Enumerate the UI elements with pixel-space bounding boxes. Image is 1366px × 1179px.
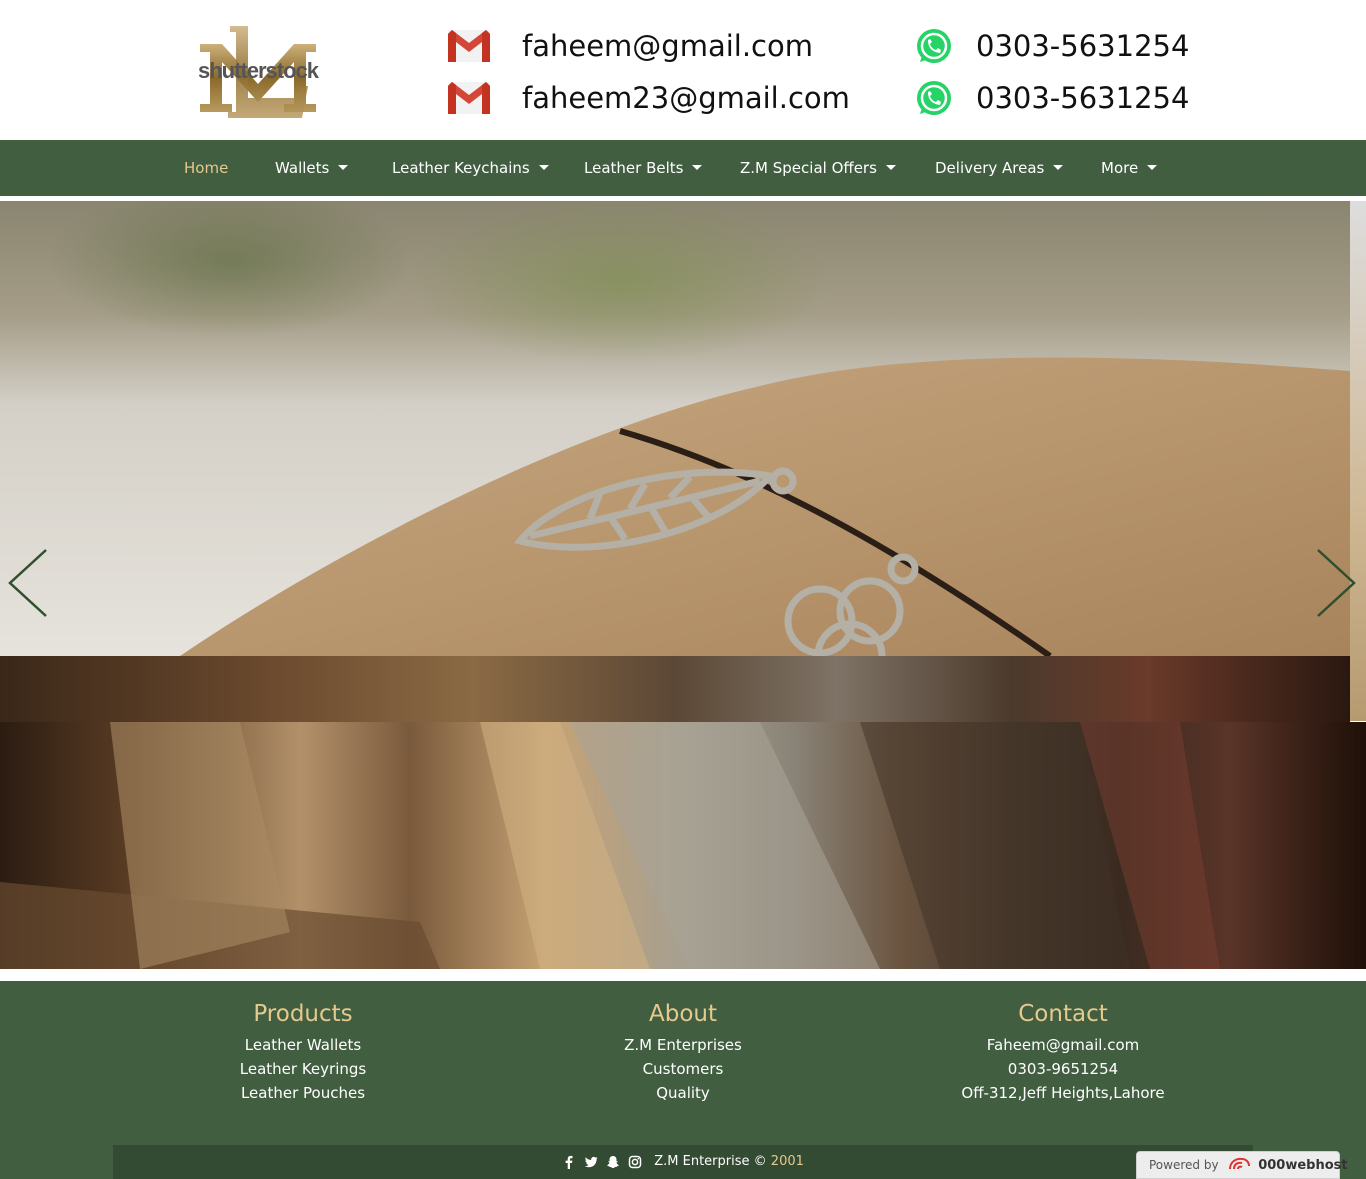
caret-down-icon	[538, 165, 549, 170]
nav-item-leather-belts[interactable]: Leather Belts	[584, 140, 703, 196]
carousel-slide-strip	[0, 656, 1350, 722]
phone-row-1[interactable]: 0303-5631254	[912, 26, 1189, 66]
footer-phone[interactable]: 0303-9651254	[903, 1057, 1223, 1081]
chevron-right-icon	[1317, 549, 1356, 617]
twitter-icon[interactable]	[584, 1155, 598, 1169]
old-books-image	[0, 722, 1220, 969]
facebook-icon[interactable]	[562, 1155, 576, 1169]
chevron-left-icon	[8, 549, 47, 617]
phone-row-2[interactable]: 0303-5631254	[912, 78, 1189, 118]
nav-item-delivery-areas[interactable]: Delivery Areas	[935, 140, 1064, 196]
email-text: faheem@gmail.com	[522, 29, 813, 63]
email-row-2[interactable]: faheem23@gmail.com	[446, 78, 850, 118]
main-navbar: Home Wallets Leather Keychains Leather B…	[0, 140, 1366, 196]
footer-email[interactable]: Faheem@gmail.com	[903, 1033, 1223, 1057]
nav-label: Delivery Areas	[935, 159, 1045, 177]
email-row-1[interactable]: faheem@gmail.com	[446, 26, 813, 66]
footer-contact: Contact Faheem@gmail.com 0303-9651254 Of…	[903, 1001, 1223, 1105]
gmail-icon	[448, 82, 490, 114]
nav-label: Home	[184, 159, 229, 177]
whatsapp-icon	[917, 81, 951, 115]
gmail-icon	[448, 30, 490, 62]
footer-link[interactable]: Z.M Enterprises	[523, 1033, 843, 1057]
site-header: shutterstock faheem@gmail.com faheem23@g…	[0, 0, 1366, 140]
footer-link[interactable]: Leather Pouches	[143, 1081, 463, 1105]
phone-text: 0303-5631254	[976, 29, 1190, 63]
footer-link[interactable]: Quality	[523, 1081, 843, 1105]
footer-heading: Products	[253, 1001, 353, 1027]
caret-down-icon	[885, 165, 896, 170]
badge-prefix: Powered by	[1149, 1158, 1219, 1172]
nav-label: More	[1101, 159, 1139, 177]
webhost-logo-icon	[1229, 1157, 1251, 1170]
nav-label: Z.M Special Offers	[740, 159, 877, 177]
slide-edge	[1350, 201, 1366, 721]
copyright-text: Z.M Enterprise ©	[654, 1154, 767, 1169]
copyright-bar: Z.M Enterprise © 2001	[113, 1145, 1253, 1179]
footer-about: About Z.M Enterprises Customers Quality	[523, 1001, 843, 1105]
copyright-year: 2001	[770, 1154, 804, 1169]
nav-item-more[interactable]: More	[1101, 140, 1158, 196]
email-text: faheem23@gmail.com	[522, 81, 850, 115]
nav-label: Wallets	[275, 159, 330, 177]
footer-heading: Contact	[1018, 1001, 1108, 1027]
footer-link[interactable]: Leather Wallets	[143, 1033, 463, 1057]
nav-label: Leather Keychains	[392, 159, 530, 177]
whatsapp-icon	[917, 29, 951, 63]
logo-watermark: shutterstock	[197, 58, 319, 83]
badge-brand: 000webhost	[1258, 1158, 1348, 1173]
hosting-badge[interactable]: Powered by 000webhost	[1136, 1151, 1348, 1179]
footer-address: Off-312,Jeff Heights,Lahore	[961, 1084, 1165, 1102]
nav-label: Leather Belts	[584, 159, 684, 177]
footer-products: Products Leather Wallets Leather Keyring…	[143, 1001, 463, 1105]
carousel-next-button[interactable]	[1314, 548, 1358, 618]
footer-heading: About	[648, 1001, 717, 1027]
phone-text: 0303-5631254	[976, 81, 1190, 115]
nav-item-home[interactable]: Home	[184, 140, 228, 196]
caret-down-icon	[338, 165, 349, 170]
footer-link[interactable]: Leather Keyrings	[143, 1057, 463, 1081]
caret-down-icon	[1053, 165, 1064, 170]
nav-item-leather-keychains[interactable]: Leather Keychains	[392, 140, 549, 196]
site-logo[interactable]: shutterstock	[178, 22, 338, 122]
instagram-icon[interactable]	[628, 1155, 642, 1169]
carousel-slide-leather-notebook	[0, 201, 1350, 656]
carousel-prev-button[interactable]	[6, 548, 50, 618]
caret-down-icon	[692, 165, 703, 170]
footer-link[interactable]: Customers	[523, 1057, 843, 1081]
carousel-slide-old-books	[0, 722, 1366, 969]
caret-down-icon	[1147, 165, 1158, 170]
nav-item-special-offers[interactable]: Z.M Special Offers	[740, 140, 896, 196]
snapchat-icon[interactable]	[606, 1155, 620, 1169]
leather-notebook-image	[180, 357, 1350, 656]
nav-item-wallets[interactable]: Wallets	[275, 140, 349, 196]
